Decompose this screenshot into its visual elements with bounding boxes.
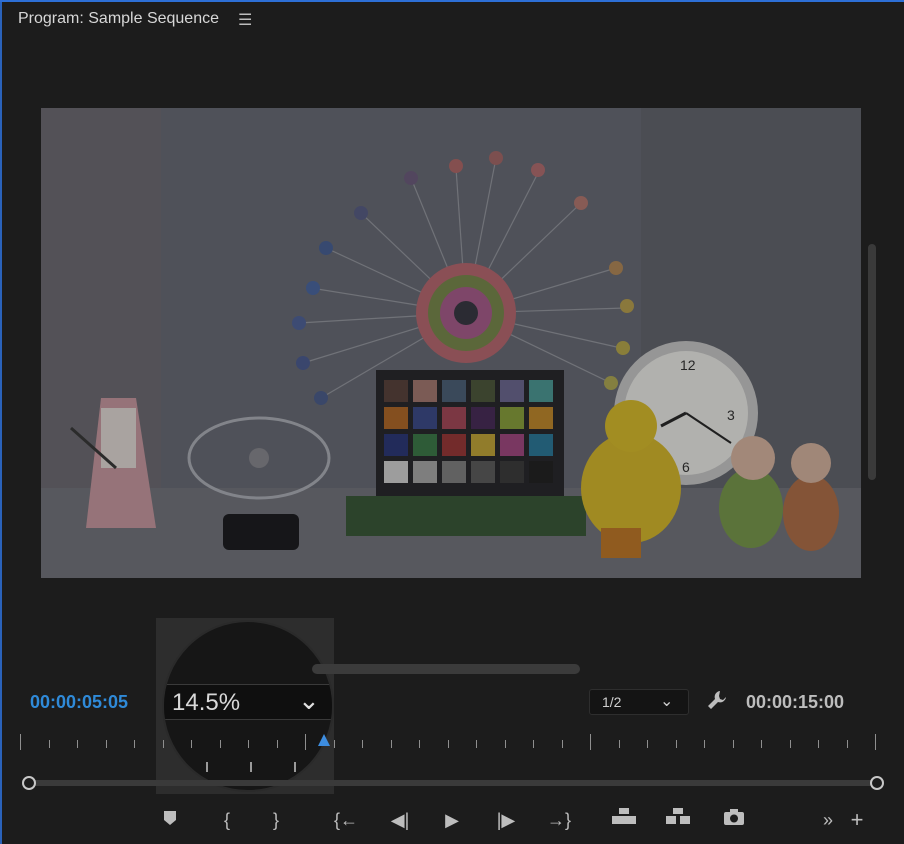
plus-icon: + <box>850 807 864 832</box>
ruler-tick <box>647 740 648 748</box>
ruler-tick <box>504 740 506 748</box>
ruler-tick <box>48 740 50 748</box>
play-button[interactable]: ▶ <box>438 806 466 834</box>
zoom-level-callout: 14.5% ⌄ <box>162 620 334 792</box>
chevron-down-icon[interactable]: ⌄ <box>660 691 673 711</box>
ruler-tick <box>476 740 477 748</box>
zoom-bar-left-handle[interactable] <box>22 776 36 790</box>
zoom-scroll-bar[interactable] <box>29 780 877 786</box>
button-editor-button[interactable]: + <box>843 806 871 834</box>
go-to-in-button[interactable]: {← <box>332 806 360 834</box>
mark-in-icon: { <box>223 810 230 830</box>
playback-resolution-select[interactable]: 1/2 ⌄ <box>589 689 689 715</box>
hamburger-menu-icon[interactable]: ☰ <box>238 10 252 30</box>
vertical-scrollbar[interactable] <box>868 244 876 480</box>
panel-focus-border-left <box>0 0 2 844</box>
step-forward-icon: |▶ <box>496 810 516 830</box>
extract-button[interactable] <box>664 806 692 834</box>
playhead-indicator[interactable] <box>318 734 330 746</box>
go-to-out-button[interactable]: →} <box>545 806 573 834</box>
panel-title[interactable]: Program: Sample Sequence <box>18 10 219 28</box>
extract-icon <box>666 808 690 824</box>
ruler-tick <box>447 740 449 748</box>
ruler-tick <box>789 740 791 748</box>
ruler-tick <box>305 734 306 750</box>
ruler-tick <box>191 740 192 748</box>
ruler-tick <box>219 740 221 748</box>
ruler-tick <box>206 762 208 772</box>
ruler-tick <box>675 740 677 748</box>
time-ruler[interactable] <box>20 734 880 754</box>
step-back-icon: ◀| <box>390 810 410 830</box>
ruler-tick <box>533 740 534 748</box>
ruler-tick <box>250 762 252 772</box>
panel-focus-border-top <box>0 0 904 2</box>
wrench-icon[interactable] <box>706 689 728 711</box>
go-to-out-icon: →} <box>546 810 571 830</box>
ruler-tick <box>248 740 249 748</box>
lift-button[interactable] <box>610 806 638 834</box>
go-to-in-icon: {← <box>333 810 358 830</box>
ruler-tick <box>704 740 705 748</box>
ruler-tick <box>294 762 296 772</box>
play-icon: ▶ <box>445 810 459 830</box>
mark-out-icon: } <box>272 810 279 830</box>
mark-in-button[interactable]: { <box>213 806 241 834</box>
ruler-tick <box>875 734 876 750</box>
add-marker-button[interactable] <box>156 806 184 834</box>
ruler-tick <box>162 740 164 748</box>
zoom-level-value: 14.5% <box>172 689 241 716</box>
ruler-tick <box>618 740 620 748</box>
step-forward-button[interactable]: |▶ <box>492 806 520 834</box>
lift-icon <box>612 808 636 824</box>
ruler-tick <box>390 740 392 748</box>
ruler-tick <box>276 740 278 748</box>
ruler-tick <box>818 740 819 748</box>
resolution-value: 1/2 <box>602 694 622 710</box>
export-frame-button[interactable] <box>720 806 748 834</box>
duration-timecode: 00:00:15:00 <box>746 692 845 712</box>
camera-icon <box>724 809 744 825</box>
double-chevron-right-icon: » <box>822 810 833 830</box>
transport-controls: { } {← ◀| ▶ |▶ →} » + <box>0 806 904 836</box>
mark-out-button[interactable]: } <box>262 806 290 834</box>
ruler-tick <box>590 734 591 750</box>
step-back-button[interactable]: ◀| <box>386 806 414 834</box>
zoom-level-select[interactable]: 14.5% ⌄ <box>164 684 332 720</box>
ruler-tick <box>561 740 563 748</box>
ruler-tick <box>732 740 734 748</box>
horizontal-scrollbar[interactable] <box>312 664 580 674</box>
more-controls-button[interactable]: » <box>814 806 842 834</box>
ruler-tick <box>20 734 21 750</box>
current-timecode[interactable]: 00:00:05:05 <box>30 692 128 713</box>
marker-icon <box>164 811 176 825</box>
ruler-tick <box>362 740 363 748</box>
ruler-tick <box>77 740 78 748</box>
program-monitor-viewer[interactable]: 12 3 6 9 <box>41 108 861 578</box>
ruler-tick <box>105 740 107 748</box>
ruler-tick <box>846 740 848 748</box>
ruler-tick <box>419 740 420 748</box>
chevron-down-icon[interactable]: ⌄ <box>298 685 320 716</box>
ruler-tick <box>333 740 335 748</box>
zoom-bar-right-handle[interactable] <box>870 776 884 790</box>
ruler-tick <box>134 740 135 748</box>
ruler-tick <box>761 740 762 748</box>
